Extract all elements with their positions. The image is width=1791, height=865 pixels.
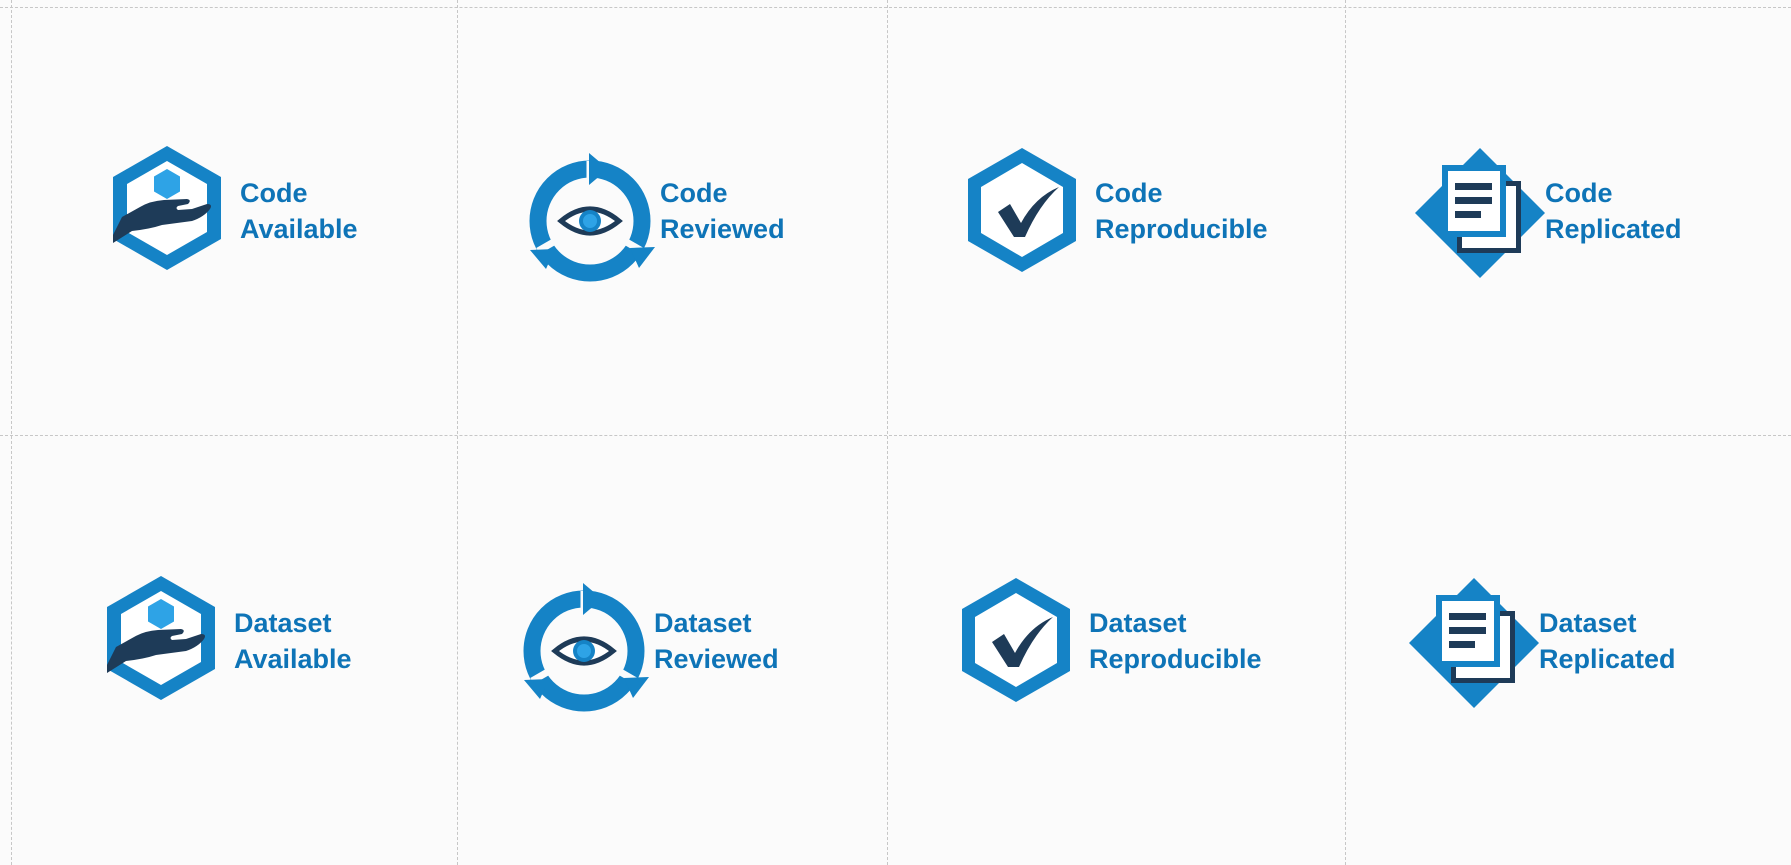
grid-divider-vertical — [457, 0, 458, 865]
eye-cycle-icon — [523, 583, 649, 712]
badge-label: Dataset Reproducible — [1089, 608, 1262, 674]
badge-code-reviewed: Code Reviewed — [520, 143, 920, 293]
badge-label: Dataset Reviewed — [654, 608, 779, 674]
badge-label: Code Available — [240, 178, 358, 244]
grid-divider-vertical — [887, 0, 888, 865]
eye-cycle-icon — [529, 153, 655, 282]
grid-divider-horizontal — [0, 435, 1791, 436]
badge-code-replicated: Code Replicated — [1405, 143, 1791, 293]
grid-divider-vertical — [11, 0, 12, 865]
badge-label: Dataset Replicated — [1539, 608, 1676, 674]
grid-divider-horizontal — [0, 7, 1791, 8]
documents-diamond-icon — [1409, 578, 1539, 708]
checkmark-hexagon-icon — [968, 148, 1076, 272]
checkmark-hexagon-icon — [962, 578, 1070, 702]
badge-label: Dataset Available — [234, 608, 352, 674]
badge-dataset-reproducible: Dataset Reproducible — [949, 573, 1349, 723]
hand-hexagon-icon — [113, 146, 221, 270]
grid-divider-vertical — [1345, 0, 1346, 865]
badge-label: Code Replicated — [1545, 178, 1682, 244]
badge-dataset-reviewed: Dataset Reviewed — [514, 573, 914, 723]
documents-diamond-icon — [1415, 148, 1545, 278]
badge-code-reproducible: Code Reproducible — [955, 143, 1355, 293]
badge-code-available: Code Available — [100, 143, 500, 293]
badge-label: Code Reviewed — [660, 178, 785, 244]
badge-label: Code Reproducible — [1095, 178, 1268, 244]
badge-dataset-available: Dataset Available — [94, 573, 494, 723]
badge-dataset-replicated: Dataset Replicated — [1399, 573, 1791, 723]
hand-hexagon-icon — [107, 576, 215, 700]
